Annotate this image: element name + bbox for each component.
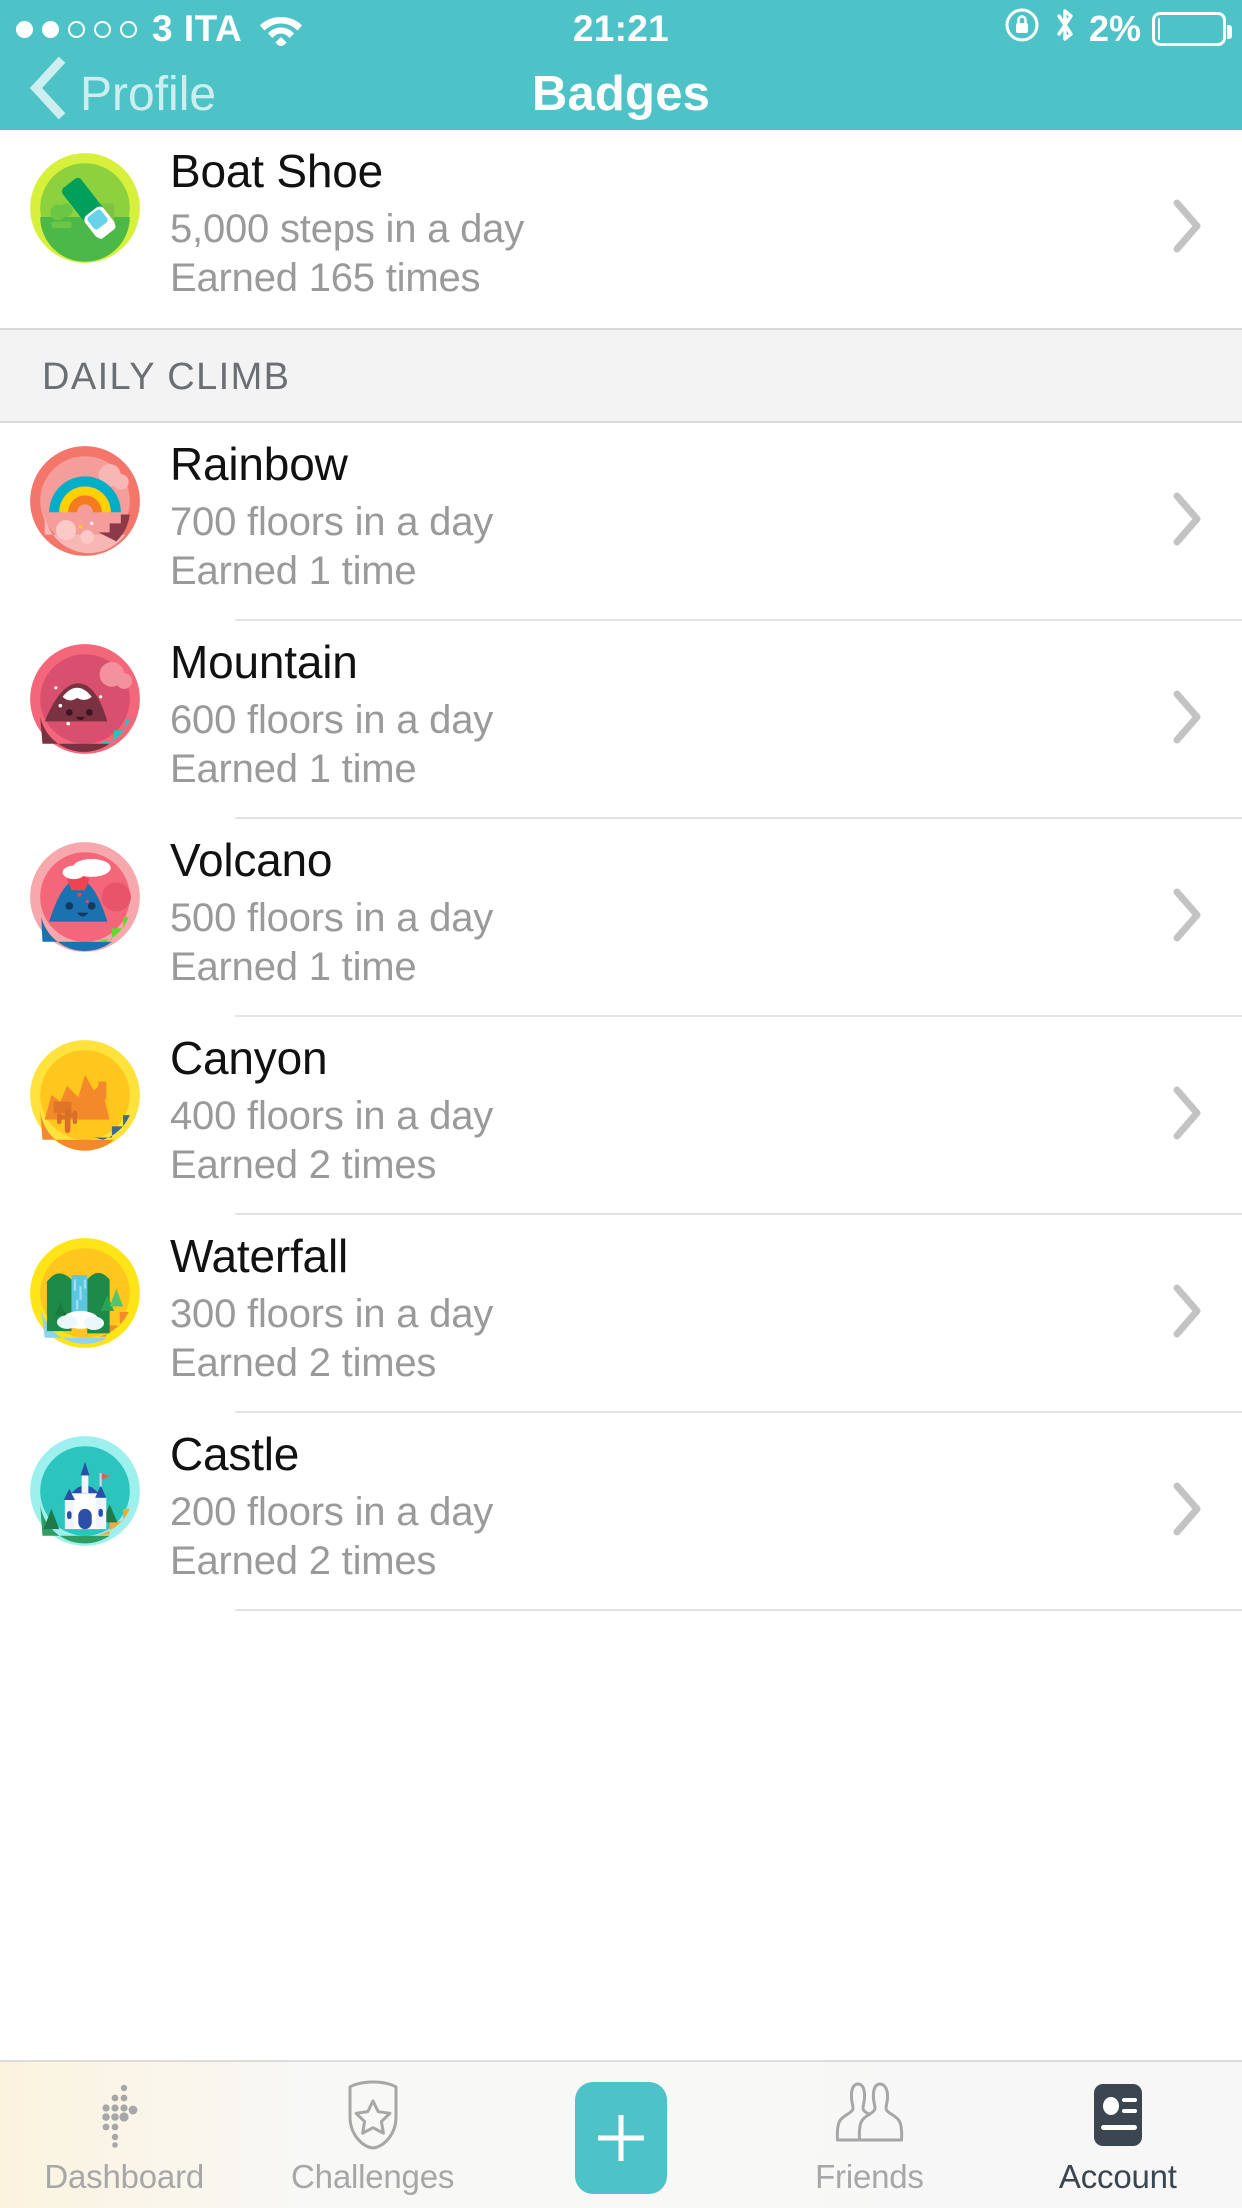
- badge-earned-count: Earned 165 times: [170, 255, 1132, 302]
- row-divider: [235, 1609, 1242, 1611]
- mountain-badge-icon: [29, 643, 141, 755]
- section-header-daily-climb: DAILY CLIMB: [0, 328, 1242, 423]
- shield-star-icon: [343, 2080, 403, 2150]
- battery-icon: [1152, 12, 1226, 46]
- badge-text: Volcano 500 floors in a day Earned 1 tim…: [170, 819, 1132, 991]
- status-bar: 3 ITA 21:21 2%: [0, 0, 1242, 58]
- tab-friends-label: Friends: [815, 2158, 924, 2196]
- badge-icon-wrap: [0, 1413, 170, 1547]
- tab-challenges[interactable]: Challenges: [248, 2062, 496, 2208]
- badge-requirement: 600 floors in a day: [170, 697, 1132, 744]
- badge-name: Waterfall: [170, 1229, 1132, 1283]
- badge-icon-wrap: [0, 423, 170, 557]
- disclosure-chevron-icon[interactable]: [1132, 130, 1242, 328]
- badge-text: Waterfall 300 floors in a day Earned 2 t…: [170, 1215, 1132, 1387]
- boat-shoe-badge-icon: [29, 152, 141, 264]
- badge-requirement: 5,000 steps in a day: [170, 206, 1132, 253]
- list-item[interactable]: Rainbow 700 floors in a day Earned 1 tim…: [0, 423, 1242, 621]
- badges-list[interactable]: Boat Shoe 5,000 steps in a day Earned 16…: [0, 130, 1242, 2060]
- disclosure-chevron-icon[interactable]: [1132, 819, 1242, 1017]
- badge-icon-wrap: [0, 819, 170, 953]
- tab-account[interactable]: Account: [994, 2062, 1242, 2208]
- badge-earned-count: Earned 2 times: [170, 1142, 1132, 1189]
- list-item[interactable]: Castle 200 floors in a day Earned 2 time…: [0, 1413, 1242, 1611]
- canyon-badge-icon: [29, 1039, 141, 1151]
- rainbow-badge-icon: [29, 445, 141, 557]
- list-item[interactable]: Canyon 400 floors in a day Earned 2 time…: [0, 1017, 1242, 1215]
- badge-name: Volcano: [170, 833, 1132, 887]
- account-card-icon: [1086, 2080, 1150, 2150]
- badge-name: Rainbow: [170, 437, 1132, 491]
- badge-text: Canyon 400 floors in a day Earned 2 time…: [170, 1017, 1132, 1189]
- tab-bar: Dashboard Challenges Friends: [0, 2060, 1242, 2208]
- list-item[interactable]: Volcano 500 floors in a day Earned 1 tim…: [0, 819, 1242, 1017]
- tab-dashboard[interactable]: Dashboard: [0, 2062, 248, 2208]
- badge-earned-count: Earned 1 time: [170, 746, 1132, 793]
- badge-text: Rainbow 700 floors in a day Earned 1 tim…: [170, 423, 1132, 595]
- list-item[interactable]: Waterfall 300 floors in a day Earned 2 t…: [0, 1215, 1242, 1413]
- badge-earned-count: Earned 1 time: [170, 944, 1132, 991]
- tab-add-button[interactable]: [497, 2062, 745, 2208]
- battery-percent-label: 2%: [1089, 8, 1141, 50]
- badge-name: Mountain: [170, 635, 1132, 689]
- tab-friends[interactable]: Friends: [745, 2062, 993, 2208]
- badge-requirement: 700 floors in a day: [170, 499, 1132, 546]
- badge-icon-wrap: [0, 1215, 170, 1349]
- list-item[interactable]: Mountain 600 floors in a day Earned 1 ti…: [0, 621, 1242, 819]
- bluetooth-icon: [1052, 5, 1078, 54]
- disclosure-chevron-icon[interactable]: [1132, 1215, 1242, 1413]
- nav-bar: Profile Badges: [0, 58, 1242, 130]
- disclosure-chevron-icon[interactable]: [1132, 621, 1242, 819]
- disclosure-chevron-icon[interactable]: [1132, 423, 1242, 621]
- badge-text: Mountain 600 floors in a day Earned 1 ti…: [170, 621, 1132, 793]
- badge-text: Castle 200 floors in a day Earned 2 time…: [170, 1413, 1132, 1585]
- status-bar-right: 2%: [1003, 5, 1226, 54]
- rotation-lock-icon: [1003, 6, 1041, 53]
- friends-icon: [833, 2080, 905, 2150]
- badge-text: Boat Shoe 5,000 steps in a day Earned 16…: [170, 130, 1132, 302]
- badge-name: Boat Shoe: [170, 144, 1132, 198]
- castle-badge-icon: [29, 1435, 141, 1547]
- badge-requirement: 500 floors in a day: [170, 895, 1132, 942]
- badge-requirement: 400 floors in a day: [170, 1093, 1132, 1140]
- badge-icon-wrap: [0, 130, 170, 264]
- badge-earned-count: Earned 2 times: [170, 1340, 1132, 1387]
- page-title: Badges: [0, 66, 1242, 122]
- section-header-label: DAILY CLIMB: [42, 356, 290, 399]
- badge-icon-wrap: [0, 1017, 170, 1151]
- badge-name: Castle: [170, 1427, 1132, 1481]
- badge-earned-count: Earned 1 time: [170, 548, 1132, 595]
- tab-challenges-label: Challenges: [291, 2158, 454, 2196]
- badge-requirement: 200 floors in a day: [170, 1489, 1132, 1536]
- waterfall-badge-icon: [29, 1237, 141, 1349]
- disclosure-chevron-icon[interactable]: [1132, 1413, 1242, 1611]
- list-item[interactable]: Boat Shoe 5,000 steps in a day Earned 16…: [0, 130, 1242, 328]
- dashboard-dots-icon: [93, 2080, 155, 2150]
- badge-icon-wrap: [0, 621, 170, 755]
- tab-dashboard-label: Dashboard: [44, 2158, 204, 2196]
- volcano-badge-icon: [29, 841, 141, 953]
- badge-requirement: 300 floors in a day: [170, 1291, 1132, 1338]
- plus-icon[interactable]: [575, 2082, 667, 2194]
- badge-name: Canyon: [170, 1031, 1132, 1085]
- badge-earned-count: Earned 2 times: [170, 1538, 1132, 1585]
- tab-account-label: Account: [1059, 2158, 1177, 2196]
- disclosure-chevron-icon[interactable]: [1132, 1017, 1242, 1215]
